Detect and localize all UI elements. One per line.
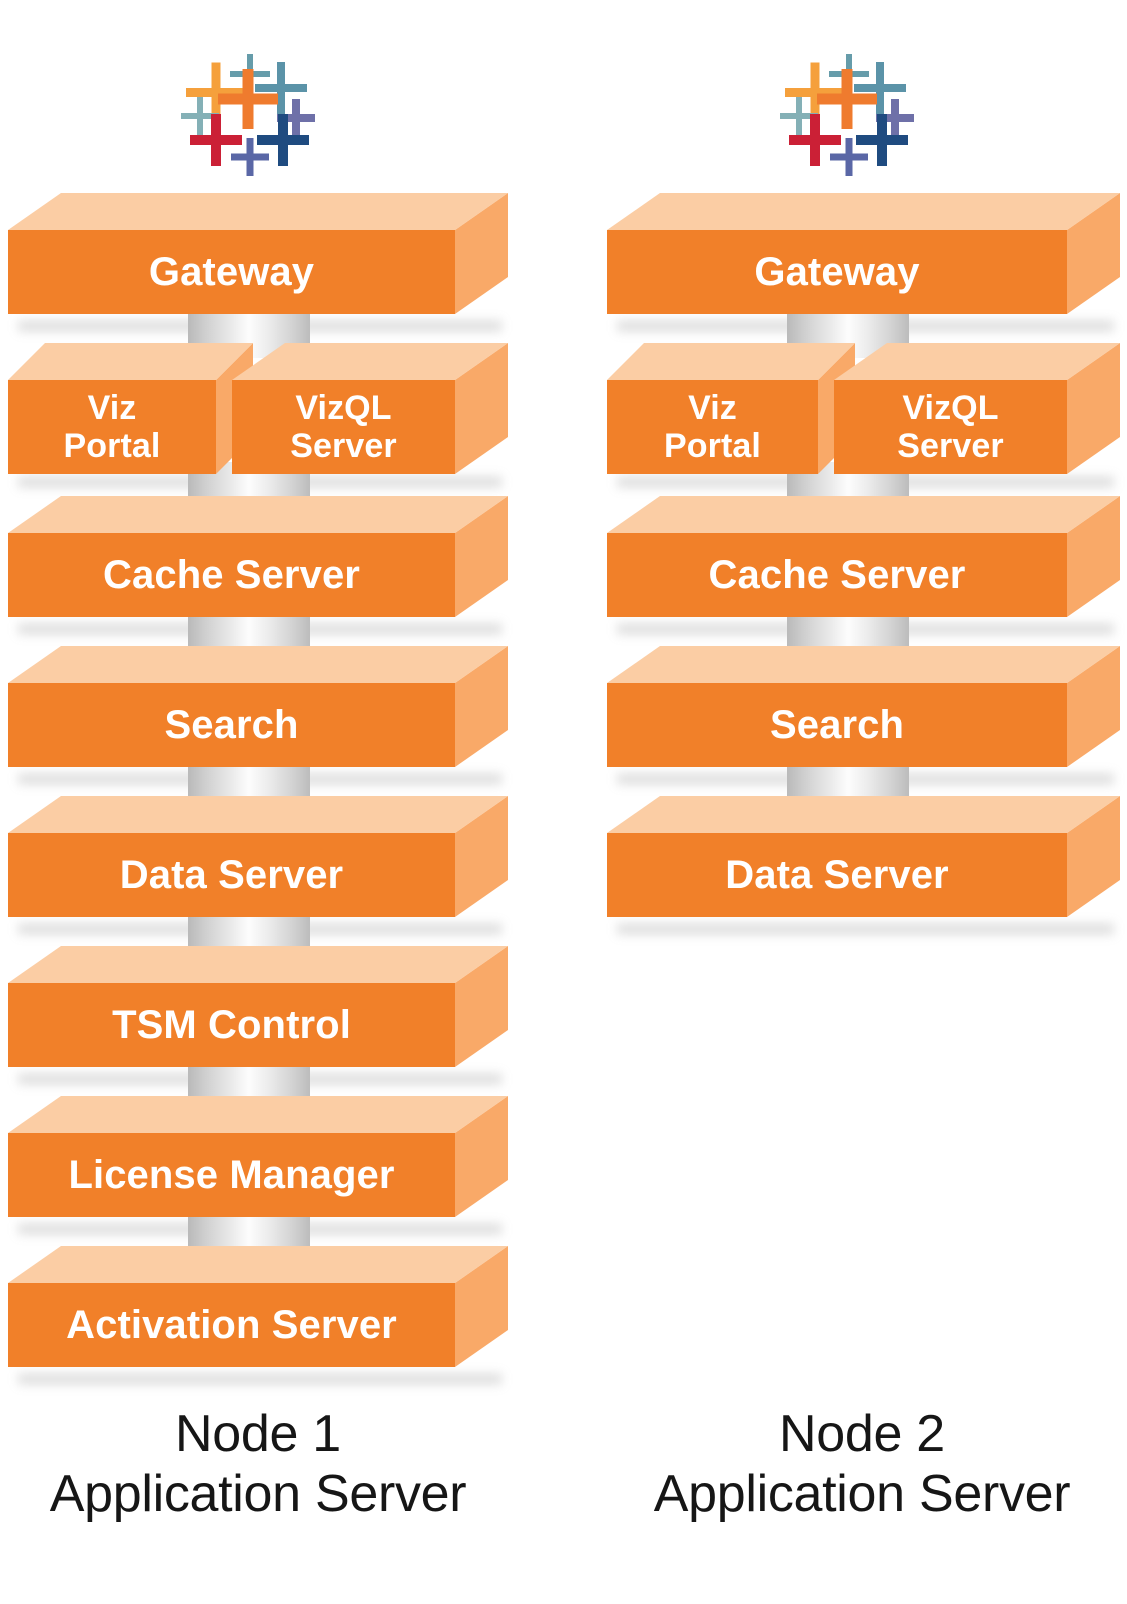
node-1-caption-line-1: Node 1 [175, 1405, 341, 1463]
service-label-data-server: Data Server [607, 833, 1067, 917]
service-block-gateway[interactable]: Gateway [8, 193, 508, 332]
service-label-cache-server: Cache Server [8, 533, 455, 617]
node-1-caption: Node 1 Application Server [0, 1404, 516, 1525]
service-label-license-manager: License Manager [8, 1133, 455, 1217]
node-1-column: Gateway Viz Portal VizQL Server Cache Se… [0, 0, 563, 1604]
service-block-data-server[interactable]: Data Server [8, 796, 508, 935]
service-block-search[interactable]: Search [8, 646, 508, 785]
service-label-vizql-server: VizQL Server [232, 380, 455, 474]
service-label-vizql-server: VizQL Server [834, 380, 1067, 474]
logo-crosses [780, 54, 914, 176]
tableau-logo-svg [780, 54, 914, 176]
service-block-cache-server[interactable]: Cache Server [8, 496, 508, 635]
service-label-gateway: Gateway [607, 230, 1067, 314]
service-label-tsm-control: TSM Control [8, 983, 455, 1067]
service-block-activation-server[interactable]: Activation Server [8, 1246, 508, 1385]
service-block-license-manager[interactable]: License Manager [8, 1096, 508, 1235]
service-label-activation-server: Activation Server [8, 1283, 455, 1367]
tableau-logo [777, 44, 917, 184]
service-block-tsm-control[interactable]: TSM Control [8, 946, 508, 1085]
node-1-caption-line-2: Application Server [49, 1465, 467, 1524]
node-2-caption: Node 2 Application Server [597, 1404, 1127, 1525]
tableau-logo [178, 44, 318, 184]
node-2-caption-line-1: Node 2 [779, 1405, 945, 1463]
service-block-vizql-server[interactable]: VizQL Server [232, 343, 508, 488]
service-block-gateway[interactable]: Gateway [607, 193, 1120, 332]
service-block-viz-portal[interactable]: Viz Portal [8, 343, 253, 488]
service-label-search: Search [607, 683, 1067, 767]
logo-crosses [181, 54, 315, 176]
diagram-canvas: Gateway Viz Portal VizQL Server Cache Se… [0, 0, 1127, 1604]
service-block-vizql-server[interactable]: VizQL Server [834, 343, 1120, 488]
service-label-data-server: Data Server [8, 833, 455, 917]
node-2-caption-line-2: Application Server [653, 1465, 1071, 1524]
service-block-data-server[interactable]: Data Server [607, 796, 1120, 935]
tableau-logo-svg [181, 54, 315, 176]
service-label-cache-server: Cache Server [607, 533, 1067, 617]
service-block-search[interactable]: Search [607, 646, 1120, 785]
service-block-viz-portal[interactable]: Viz Portal [607, 343, 855, 488]
service-block-cache-server[interactable]: Cache Server [607, 496, 1120, 635]
service-label-viz-portal: Viz Portal [607, 380, 818, 474]
node-2-column: Gateway Viz Portal VizQL Server Cache Se… [597, 0, 1127, 1604]
service-label-search: Search [8, 683, 455, 767]
service-label-gateway: Gateway [8, 230, 455, 314]
service-label-viz-portal: Viz Portal [8, 380, 216, 474]
